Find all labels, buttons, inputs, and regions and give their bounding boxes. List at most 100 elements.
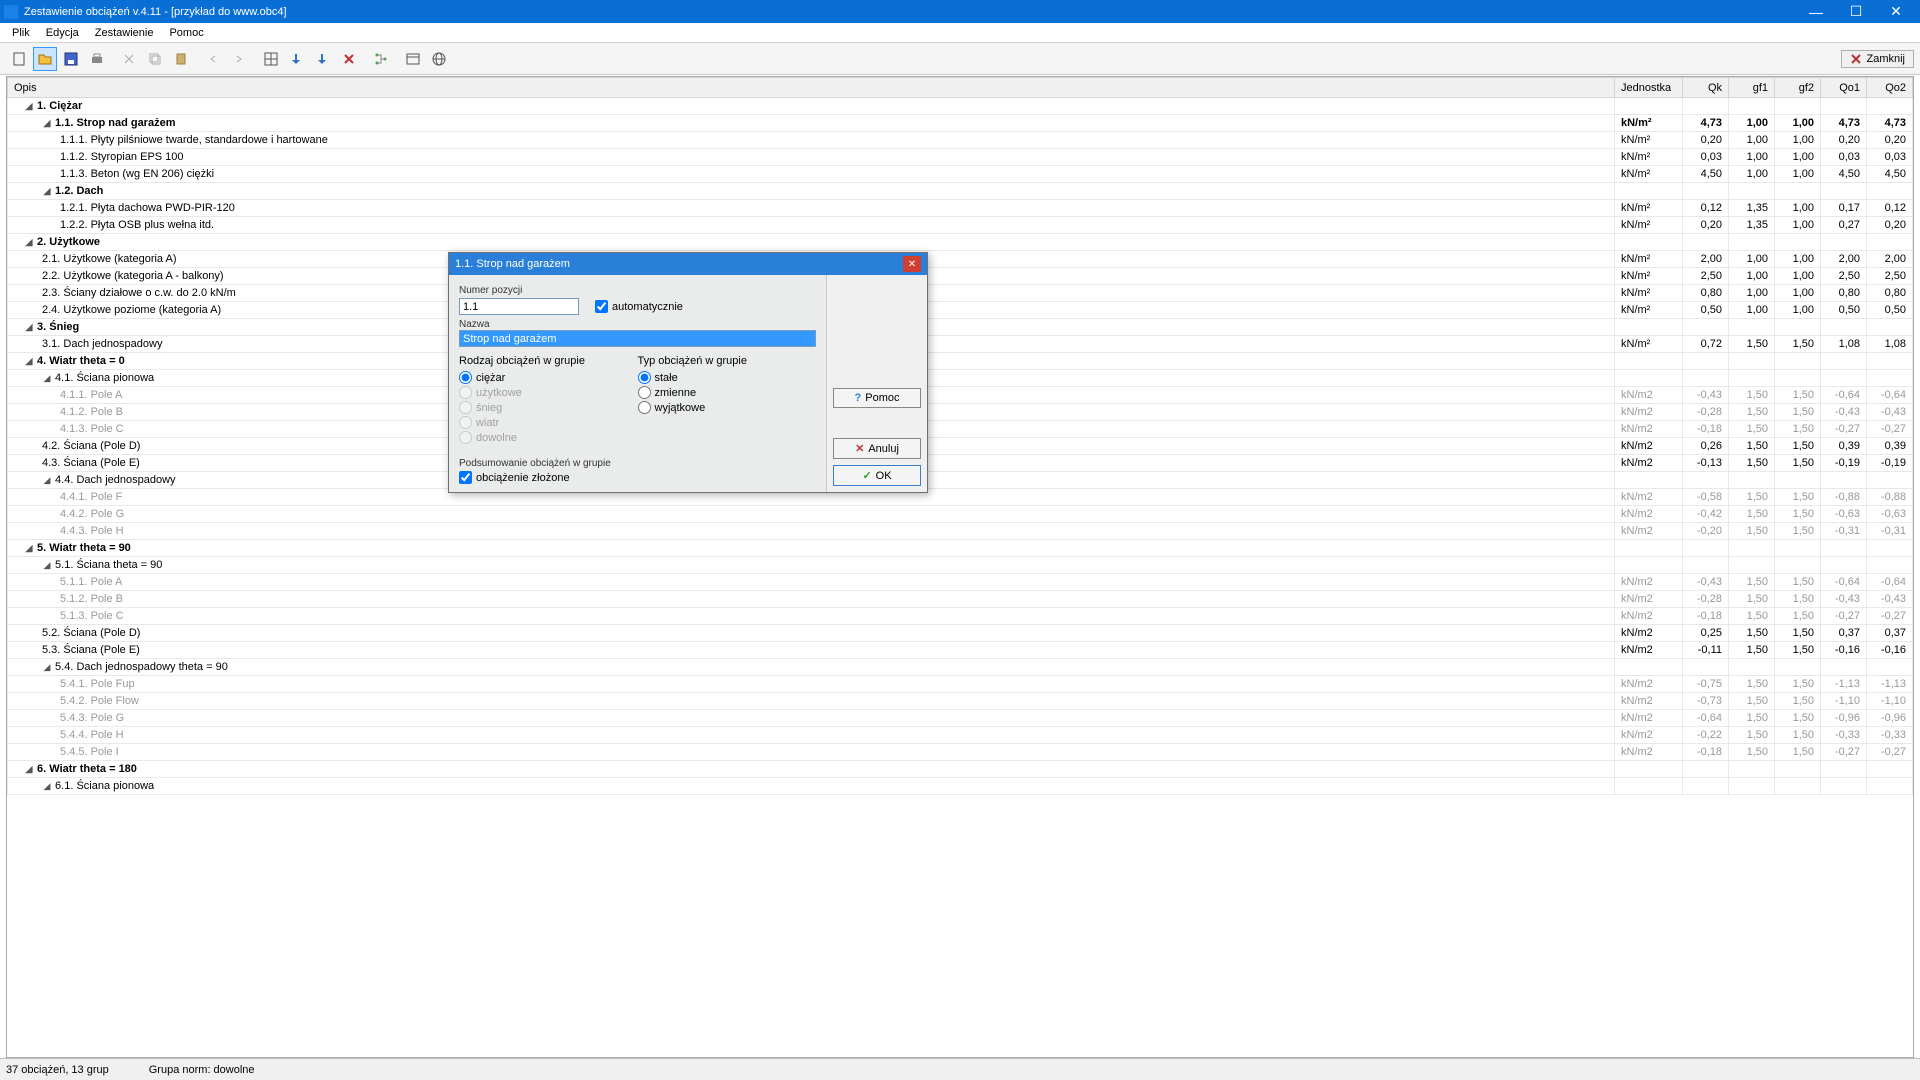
table-row[interactable]: 1.2.2. Płyta OSB plus wełna itd.kN/m²0,2… — [8, 217, 1913, 234]
paste-icon[interactable] — [169, 47, 193, 71]
nazwa-input[interactable] — [459, 330, 816, 347]
auto-label: automatycznie — [612, 301, 683, 313]
close-button[interactable]: ✕ — [1876, 0, 1916, 23]
menu-zestawienie[interactable]: Zestawienie — [87, 25, 162, 41]
table-row[interactable]: 5.1.1. Pole AkN/m2-0,431,501,50-0,64-0,6… — [8, 574, 1913, 591]
dialog-header[interactable]: 1.1. Strop nad garażem ✕ — [449, 253, 927, 275]
table-row[interactable]: 1.2.1. Płyta dachowa PWD-PIR-120kN/m²0,1… — [8, 200, 1913, 217]
table-row[interactable]: ◢ 4.1. Ściana pionowa — [8, 370, 1913, 387]
window-icon[interactable] — [401, 47, 425, 71]
col-qo2[interactable]: Qo2 — [1867, 78, 1913, 98]
table-row[interactable]: 4.1.3. Pole CkN/m2-0,181,501,50-0,27-0,2… — [8, 421, 1913, 438]
pomoc-button[interactable]: ?Pomoc — [833, 388, 921, 408]
menubar: Plik Edycja Zestawienie Pomoc — [0, 23, 1920, 43]
col-gf2[interactable]: gf2 — [1775, 78, 1821, 98]
undo-icon[interactable] — [201, 47, 225, 71]
menu-edycja[interactable]: Edycja — [38, 25, 87, 41]
open-icon[interactable] — [33, 47, 57, 71]
col-qo1[interactable]: Qo1 — [1821, 78, 1867, 98]
toolbar: Zamknij — [0, 43, 1920, 75]
table-row[interactable]: 5.4.5. Pole IkN/m2-0,181,501,50-0,27-0,2… — [8, 744, 1913, 761]
col-jednostka[interactable]: Jednostka — [1615, 78, 1683, 98]
numer-input[interactable] — [459, 298, 579, 315]
table-row[interactable]: ◢ 4. Wiatr theta = 0 — [8, 353, 1913, 370]
dialog-close-button[interactable]: ✕ — [903, 256, 921, 272]
table-row[interactable]: 5.4.3. Pole GkN/m2-0,641,501,50-0,96-0,9… — [8, 710, 1913, 727]
table-row[interactable]: ◢ 1.2. Dach — [8, 183, 1913, 200]
table-row[interactable]: ◢ 5. Wiatr theta = 90 — [8, 540, 1913, 557]
ok-button[interactable]: ✓OK — [833, 465, 921, 486]
table-row[interactable]: 4.2. Ściana (Pole D)kN/m20,261,501,500,3… — [8, 438, 1913, 455]
table-row[interactable]: 2.4. Użytkowe poziome (kategoria A)kN/m²… — [8, 302, 1913, 319]
table-row[interactable]: 2.3. Ściany działowe o c.w. do 2.0 kN/mk… — [8, 285, 1913, 302]
app-icon — [4, 5, 18, 19]
col-qk[interactable]: Qk — [1683, 78, 1729, 98]
table-row[interactable]: 1.1.3. Beton (wg EN 206) ciężkikN/m²4,50… — [8, 166, 1913, 183]
window-title: Zestawienie obciążeń v.4.11 - [przykład … — [24, 6, 1796, 18]
cut-icon[interactable] — [117, 47, 141, 71]
table-row[interactable]: ◢ 5.4. Dach jednospadowy theta = 90 — [8, 659, 1913, 676]
table-row[interactable]: 5.1.2. Pole BkN/m2-0,281,501,50-0,43-0,4… — [8, 591, 1913, 608]
edit-dialog: 1.1. Strop nad garażem ✕ Numer pozycji a… — [448, 252, 928, 493]
table-row[interactable]: 1.1.2. Styropian EPS 100kN/m²0,031,001,0… — [8, 149, 1913, 166]
statusbar: 37 obciążeń, 13 grup Grupa norm: dowolne — [0, 1058, 1920, 1080]
new-icon[interactable] — [7, 47, 31, 71]
redo-icon[interactable] — [227, 47, 251, 71]
radio-zmienne[interactable] — [638, 386, 651, 399]
table-row[interactable]: 5.4.1. Pole FupkN/m2-0,751,501,50-1,13-1… — [8, 676, 1913, 693]
table-row[interactable]: 4.1.1. Pole AkN/m2-0,431,501,50-0,64-0,6… — [8, 387, 1913, 404]
table-row[interactable]: 4.3. Ściana (Pole E)kN/m2-0,131,501,50-0… — [8, 455, 1913, 472]
table-row[interactable]: ◢ 3. Śnieg — [8, 319, 1913, 336]
table-row[interactable]: 5.4.4. Pole HkN/m2-0,221,501,50-0,33-0,3… — [8, 727, 1913, 744]
maximize-button[interactable]: ☐ — [1836, 0, 1876, 23]
table-row[interactable]: 2.1. Użytkowe (kategoria A)kN/m²2,001,00… — [8, 251, 1913, 268]
table-row[interactable]: 1.1.1. Płyty pilśniowe twarde, standardo… — [8, 132, 1913, 149]
table-row[interactable]: ◢ 4.4. Dach jednospadowy — [8, 472, 1913, 489]
table-row[interactable]: ◢ 1.1. Strop nad garażemkN/m²4,731,001,0… — [8, 115, 1913, 132]
table-row[interactable]: ◢ 5.1. Ściana theta = 90 — [8, 557, 1913, 574]
menu-pomoc[interactable]: Pomoc — [161, 25, 211, 41]
globe-icon[interactable] — [427, 47, 451, 71]
tree-icon[interactable] — [369, 47, 393, 71]
zlozone-label: obciążenie złożone — [476, 472, 570, 484]
minimize-button[interactable]: — — [1796, 0, 1836, 23]
table-row[interactable]: 2.2. Użytkowe (kategoria A - balkony)kN/… — [8, 268, 1913, 285]
table-row[interactable]: 4.4.3. Pole HkN/m2-0,201,501,50-0,31-0,3… — [8, 523, 1913, 540]
table-row[interactable]: ◢ 6.1. Ściana pionowa — [8, 778, 1913, 795]
radio-wyjatkowe[interactable] — [638, 401, 651, 414]
grid-icon[interactable] — [259, 47, 283, 71]
dialog-title: 1.1. Strop nad garażem — [455, 258, 903, 270]
radio-snieg — [459, 401, 472, 414]
zlozone-checkbox[interactable] — [459, 471, 472, 484]
table-row[interactable]: ◢ 2. Użytkowe — [8, 234, 1913, 251]
arrow-left-down-icon[interactable] — [285, 47, 309, 71]
arrow-down-icon[interactable] — [311, 47, 335, 71]
table-row[interactable]: 5.2. Ściana (Pole D)kN/m20,251,501,500,3… — [8, 625, 1913, 642]
table-row[interactable]: 5.3. Ściana (Pole E)kN/m2-0,111,501,50-0… — [8, 642, 1913, 659]
col-gf1[interactable]: gf1 — [1729, 78, 1775, 98]
auto-checkbox[interactable] — [595, 300, 608, 313]
table-row[interactable]: 4.1.2. Pole BkN/m2-0,281,501,50-0,43-0,4… — [8, 404, 1913, 421]
radio-ciezar[interactable] — [459, 371, 472, 384]
table-row[interactable]: 5.4.2. Pole FlowkN/m2-0,731,501,50-1,10-… — [8, 693, 1913, 710]
loads-table[interactable]: Opis Jednostka Qk gf1 gf2 Qo1 Qo2 ◢ 1. C… — [7, 77, 1913, 795]
menu-plik[interactable]: Plik — [4, 25, 38, 41]
label-nazwa: Nazwa — [459, 319, 816, 330]
table-row[interactable]: 4.4.2. Pole GkN/m2-0,421,501,50-0,63-0,6… — [8, 506, 1913, 523]
table-row[interactable]: ◢ 1. Ciężar — [8, 98, 1913, 115]
titlebar: Zestawienie obciążeń v.4.11 - [przykład … — [0, 0, 1920, 23]
help-icon: ? — [855, 392, 862, 404]
table-row[interactable]: 3.1. Dach jednospadowykN/m²0,721,501,501… — [8, 336, 1913, 353]
table-row[interactable]: ◢ 6. Wiatr theta = 180 — [8, 761, 1913, 778]
table-row[interactable]: 4.4.1. Pole FkN/m2-0,581,501,50-0,88-0,8… — [8, 489, 1913, 506]
save-icon[interactable] — [59, 47, 83, 71]
col-opis[interactable]: Opis — [8, 78, 1615, 98]
copy-icon[interactable] — [143, 47, 167, 71]
delete-icon[interactable] — [337, 47, 361, 71]
print-icon[interactable] — [85, 47, 109, 71]
table-row[interactable]: 5.1.3. Pole CkN/m2-0,181,501,50-0,27-0,2… — [8, 608, 1913, 625]
typ-heading: Typ obciążeń w grupie — [638, 355, 817, 367]
close-panel-button[interactable]: Zamknij — [1841, 50, 1914, 68]
anuluj-button[interactable]: ✕Anuluj — [833, 438, 921, 459]
radio-stale[interactable] — [638, 371, 651, 384]
